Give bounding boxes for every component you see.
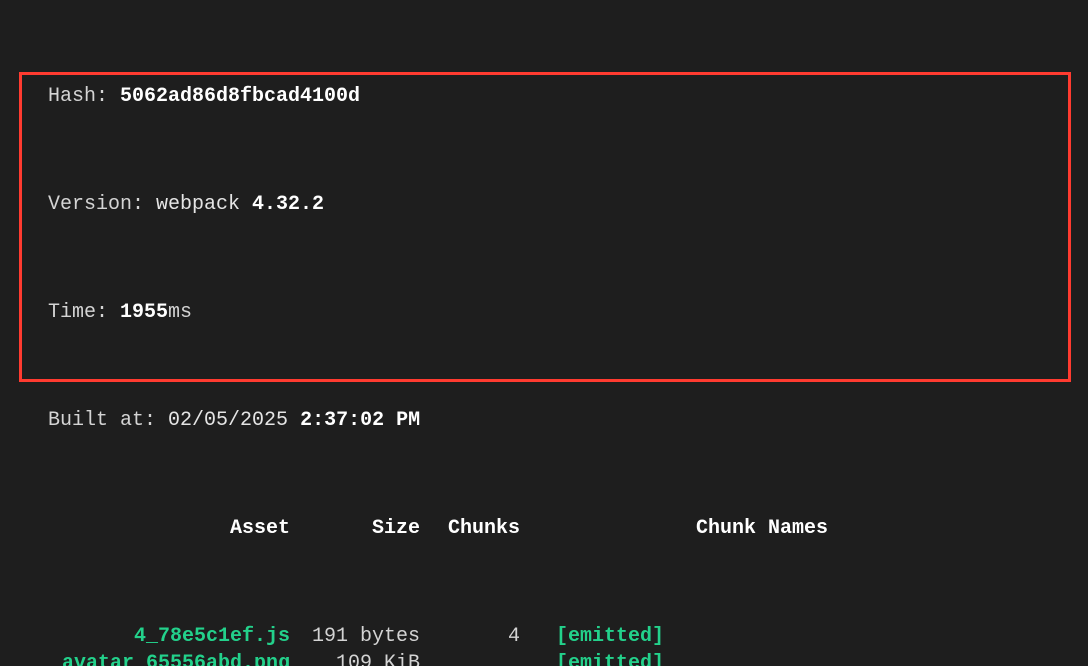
hash-value: 5062ad86d8fbcad4100d [120,85,360,108]
asset-chunk-name [678,650,1088,666]
assets-table: 4_78e5c1ef.js191 bytes4[emitted]avatar_6… [0,623,1088,666]
version-value: 4.32.2 [252,193,324,216]
built-date: 02/05/2025 [168,409,300,432]
built-at-line: Built at: 02/05/2025 2:37:02 PM [0,407,1088,434]
header-spacer [538,515,678,542]
header-size: Size [308,515,438,542]
asset-header-row: Asset Size Chunks Chunk Names [0,515,1088,542]
built-label: Built at: [48,409,168,432]
asset-row: 4_78e5c1ef.js191 bytes4[emitted] [0,623,1088,650]
version-label: Version: [48,193,156,216]
asset-status: [emitted] [538,650,678,666]
asset-chunk-name [678,623,1088,650]
asset-size: 109 KiB [308,650,438,666]
time-line: Time: 1955ms [0,299,1088,326]
asset-size: 191 bytes [308,623,438,650]
header-chunks: Chunks [438,515,538,542]
asset-chunks: 4 [438,623,538,650]
time-label: Time: [48,301,120,324]
asset-status: [emitted] [538,623,678,650]
asset-name: avatar_65556abd.png [48,650,308,666]
version-prefix: webpack [156,193,252,216]
terminal-output: Hash: 5062ad86d8fbcad4100d Version: webp… [0,0,1088,666]
time-value: 1955 [120,301,168,324]
hash-line: Hash: 5062ad86d8fbcad4100d [0,83,1088,110]
asset-name: 4_78e5c1ef.js [48,623,308,650]
asset-row: avatar_65556abd.png109 KiB [emitted] [0,650,1088,666]
asset-chunks [438,650,538,666]
header-asset: Asset [48,515,308,542]
hash-label: Hash: [48,85,120,108]
time-unit: ms [168,301,192,324]
version-line: Version: webpack 4.32.2 [0,191,1088,218]
header-chunk-names: Chunk Names [678,515,1088,542]
built-time: 2:37:02 PM [300,409,420,432]
